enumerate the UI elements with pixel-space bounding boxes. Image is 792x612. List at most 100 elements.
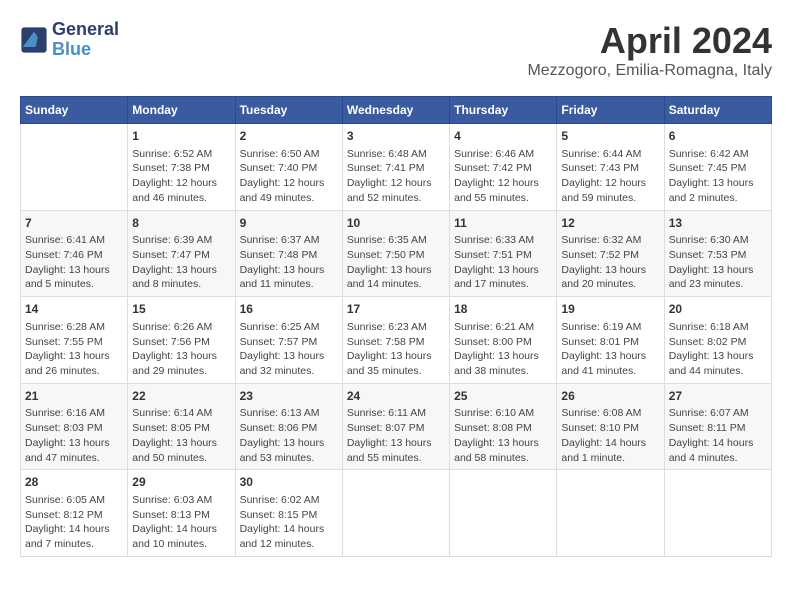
day-number: 29 bbox=[132, 474, 230, 491]
day-number: 18 bbox=[454, 301, 552, 318]
day-cell: 12Sunrise: 6:32 AM Sunset: 7:52 PM Dayli… bbox=[557, 210, 664, 297]
day-number: 2 bbox=[240, 128, 338, 145]
day-info: Sunrise: 6:44 AM Sunset: 7:43 PM Dayligh… bbox=[561, 147, 659, 206]
day-cell: 2Sunrise: 6:50 AM Sunset: 7:40 PM Daylig… bbox=[235, 124, 342, 211]
day-info: Sunrise: 6:16 AM Sunset: 8:03 PM Dayligh… bbox=[25, 406, 123, 465]
day-cell: 18Sunrise: 6:21 AM Sunset: 8:00 PM Dayli… bbox=[450, 297, 557, 384]
day-info: Sunrise: 6:18 AM Sunset: 8:02 PM Dayligh… bbox=[669, 320, 767, 379]
logo-line2: Blue bbox=[52, 40, 119, 60]
day-cell: 24Sunrise: 6:11 AM Sunset: 8:07 PM Dayli… bbox=[342, 383, 449, 470]
day-number: 17 bbox=[347, 301, 445, 318]
day-number: 12 bbox=[561, 215, 659, 232]
day-cell: 27Sunrise: 6:07 AM Sunset: 8:11 PM Dayli… bbox=[664, 383, 771, 470]
day-info: Sunrise: 6:19 AM Sunset: 8:01 PM Dayligh… bbox=[561, 320, 659, 379]
day-number: 22 bbox=[132, 388, 230, 405]
week-row-4: 21Sunrise: 6:16 AM Sunset: 8:03 PM Dayli… bbox=[21, 383, 772, 470]
day-cell bbox=[557, 470, 664, 557]
day-number: 14 bbox=[25, 301, 123, 318]
day-cell bbox=[21, 124, 128, 211]
day-info: Sunrise: 6:35 AM Sunset: 7:50 PM Dayligh… bbox=[347, 233, 445, 292]
day-info: Sunrise: 6:25 AM Sunset: 7:57 PM Dayligh… bbox=[240, 320, 338, 379]
week-row-1: 1Sunrise: 6:52 AM Sunset: 7:38 PM Daylig… bbox=[21, 124, 772, 211]
week-row-3: 14 Sunrise: 6:28 AM Sunset: 7:55 PM Dayli… bbox=[21, 297, 772, 384]
day-cell: 7Sunrise: 6:41 AM Sunset: 7:46 PM Daylig… bbox=[21, 210, 128, 297]
day-info: Sunrise: 6:26 AM Sunset: 7:56 PM Dayligh… bbox=[132, 320, 230, 379]
day-cell: 13Sunrise: 6:30 AM Sunset: 7:53 PM Dayli… bbox=[664, 210, 771, 297]
day-cell bbox=[342, 470, 449, 557]
title-block: April 2024 Mezzogoro, Emilia-Romagna, It… bbox=[527, 20, 772, 80]
day-info: Sunrise: 6:14 AM Sunset: 8:05 PM Dayligh… bbox=[132, 406, 230, 465]
day-info: Sunrise: 6:08 AM Sunset: 8:10 PM Dayligh… bbox=[561, 406, 659, 465]
day-cell: 3Sunrise: 6:48 AM Sunset: 7:41 PM Daylig… bbox=[342, 124, 449, 211]
header-cell-monday: Monday bbox=[128, 97, 235, 124]
day-info: Sunrise: 6:41 AM Sunset: 7:46 PM Dayligh… bbox=[25, 233, 123, 292]
day-number: 20 bbox=[669, 301, 767, 318]
page-header: General Blue April 2024 Mezzogoro, Emili… bbox=[20, 20, 772, 80]
day-info: Sunrise: 6:37 AM Sunset: 7:48 PM Dayligh… bbox=[240, 233, 338, 292]
day-number: 8 bbox=[132, 215, 230, 232]
header-cell-thursday: Thursday bbox=[450, 97, 557, 124]
day-info: Sunrise: 6:11 AM Sunset: 8:07 PM Dayligh… bbox=[347, 406, 445, 465]
day-info: Sunrise: 6:28 AM Sunset: 7:55 PM Dayligh… bbox=[25, 320, 123, 379]
day-number: 30 bbox=[240, 474, 338, 491]
day-info: Sunrise: 6:03 AM Sunset: 8:13 PM Dayligh… bbox=[132, 493, 230, 552]
day-cell: 1Sunrise: 6:52 AM Sunset: 7:38 PM Daylig… bbox=[128, 124, 235, 211]
day-cell: 29 Sunrise: 6:03 AM Sunset: 8:13 PM Dayli… bbox=[128, 470, 235, 557]
day-number: 10 bbox=[347, 215, 445, 232]
day-number: 25 bbox=[454, 388, 552, 405]
day-cell: 17Sunrise: 6:23 AM Sunset: 7:58 PM Dayli… bbox=[342, 297, 449, 384]
day-cell: 8Sunrise: 6:39 AM Sunset: 7:47 PM Daylig… bbox=[128, 210, 235, 297]
header-cell-sunday: Sunday bbox=[21, 97, 128, 124]
day-number: 7 bbox=[25, 215, 123, 232]
day-cell: 20 Sunrise: 6:18 AM Sunset: 8:02 PM Dayli… bbox=[664, 297, 771, 384]
day-cell: 21Sunrise: 6:16 AM Sunset: 8:03 PM Dayli… bbox=[21, 383, 128, 470]
header-cell-tuesday: Tuesday bbox=[235, 97, 342, 124]
day-number: 23 bbox=[240, 388, 338, 405]
day-number: 26 bbox=[561, 388, 659, 405]
day-number: 11 bbox=[454, 215, 552, 232]
day-cell: 28 Sunrise: 6:05 AM Sunset: 8:12 PM Dayli… bbox=[21, 470, 128, 557]
day-cell bbox=[664, 470, 771, 557]
day-cell: 10Sunrise: 6:35 AM Sunset: 7:50 PM Dayli… bbox=[342, 210, 449, 297]
calendar-title: April 2024 bbox=[527, 20, 772, 62]
day-info: Sunrise: 6:10 AM Sunset: 8:08 PM Dayligh… bbox=[454, 406, 552, 465]
header-cell-friday: Friday bbox=[557, 97, 664, 124]
day-cell: 16 Sunrise: 6:25 AM Sunset: 7:57 PM Dayli… bbox=[235, 297, 342, 384]
day-cell: 22Sunrise: 6:14 AM Sunset: 8:05 PM Dayli… bbox=[128, 383, 235, 470]
day-cell: 19 Sunrise: 6:19 AM Sunset: 8:01 PM Dayli… bbox=[557, 297, 664, 384]
day-cell: 6 Sunrise: 6:42 AM Sunset: 7:45 PM Daylig… bbox=[664, 124, 771, 211]
header-row: SundayMondayTuesdayWednesdayThursdayFrid… bbox=[21, 97, 772, 124]
logo-text: General Blue bbox=[52, 20, 119, 60]
day-cell: 4 Sunrise: 6:46 AM Sunset: 7:42 PM Daylig… bbox=[450, 124, 557, 211]
week-row-5: 28 Sunrise: 6:05 AM Sunset: 8:12 PM Dayli… bbox=[21, 470, 772, 557]
logo-line1: General bbox=[52, 20, 119, 40]
day-number: 21 bbox=[25, 388, 123, 405]
day-number: 16 bbox=[240, 301, 338, 318]
day-cell: 30 Sunrise: 6:02 AM Sunset: 8:15 PM Dayli… bbox=[235, 470, 342, 557]
day-number: 9 bbox=[240, 215, 338, 232]
day-cell: 11Sunrise: 6:33 AM Sunset: 7:51 PM Dayli… bbox=[450, 210, 557, 297]
day-number: 3 bbox=[347, 128, 445, 145]
day-info: Sunrise: 6:30 AM Sunset: 7:53 PM Dayligh… bbox=[669, 233, 767, 292]
day-cell: 15 Sunrise: 6:26 AM Sunset: 7:56 PM Dayli… bbox=[128, 297, 235, 384]
day-number: 15 bbox=[132, 301, 230, 318]
calendar-table: SundayMondayTuesdayWednesdayThursdayFrid… bbox=[20, 96, 772, 557]
calendar-subtitle: Mezzogoro, Emilia-Romagna, Italy bbox=[527, 62, 772, 80]
day-info: Sunrise: 6:05 AM Sunset: 8:12 PM Dayligh… bbox=[25, 493, 123, 552]
day-number: 1 bbox=[132, 128, 230, 145]
day-info: Sunrise: 6:46 AM Sunset: 7:42 PM Dayligh… bbox=[454, 147, 552, 206]
day-info: Sunrise: 6:02 AM Sunset: 8:15 PM Dayligh… bbox=[240, 493, 338, 552]
day-info: Sunrise: 6:42 AM Sunset: 7:45 PM Dayligh… bbox=[669, 147, 767, 206]
day-number: 28 bbox=[25, 474, 123, 491]
day-number: 19 bbox=[561, 301, 659, 318]
day-number: 4 bbox=[454, 128, 552, 145]
week-row-2: 7Sunrise: 6:41 AM Sunset: 7:46 PM Daylig… bbox=[21, 210, 772, 297]
day-info: Sunrise: 6:33 AM Sunset: 7:51 PM Dayligh… bbox=[454, 233, 552, 292]
day-number: 6 bbox=[669, 128, 767, 145]
day-info: Sunrise: 6:13 AM Sunset: 8:06 PM Dayligh… bbox=[240, 406, 338, 465]
day-cell bbox=[450, 470, 557, 557]
day-cell: 5 Sunrise: 6:44 AM Sunset: 7:43 PM Daylig… bbox=[557, 124, 664, 211]
day-number: 5 bbox=[561, 128, 659, 145]
logo: General Blue bbox=[20, 20, 119, 60]
day-cell: 9Sunrise: 6:37 AM Sunset: 7:48 PM Daylig… bbox=[235, 210, 342, 297]
